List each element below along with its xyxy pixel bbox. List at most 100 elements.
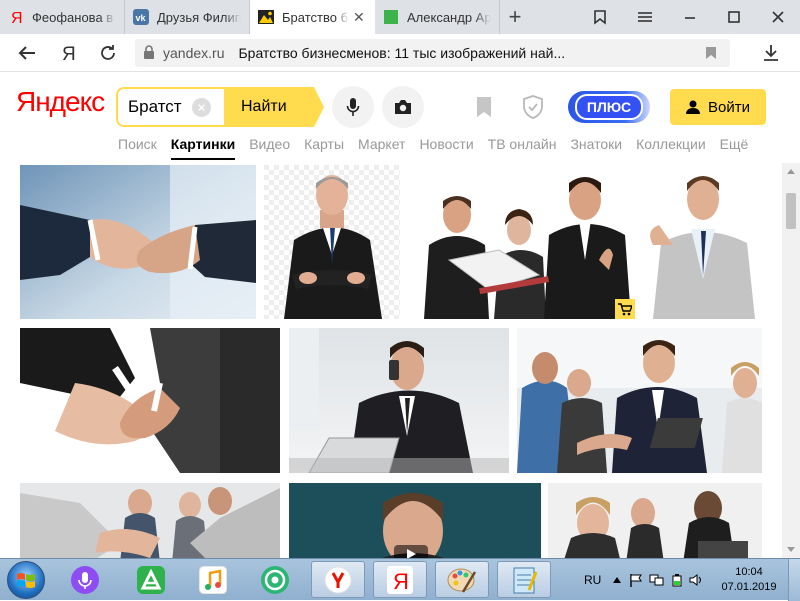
browser-tab-bar: Я Феофанова в vk Друзья Филип Братство б… <box>0 0 800 34</box>
scroll-up-icon[interactable] <box>787 169 795 174</box>
url-field[interactable]: yandex.ru Братство бизнесменов: 11 тыс и… <box>135 39 730 67</box>
reload-icon[interactable] <box>95 41 121 65</box>
at-mail-icon[interactable] <box>248 561 302 598</box>
image-result-business-meeting-table[interactable] <box>548 483 762 558</box>
search-form: Братст × Найти <box>116 87 324 127</box>
yandex-header: Яндекс Братст × Найти ПЛЮС Войти Поиск К… <box>0 73 782 163</box>
login-label: Войти <box>708 98 750 116</box>
power-icon[interactable] <box>671 573 683 587</box>
find-button[interactable]: Найти <box>224 87 314 127</box>
system-tray: RU <box>584 559 703 601</box>
search-value: Братст <box>128 97 182 116</box>
yandex-home-icon[interactable]: Я <box>55 41 81 65</box>
image-result-business-meeting-handshake[interactable] <box>517 328 762 473</box>
language-indicator[interactable]: RU <box>584 573 601 587</box>
tab-title: Друзья Филип <box>157 9 241 25</box>
back-arrow-icon[interactable] <box>14 41 40 65</box>
service-tab-market[interactable]: Маркет <box>358 136 405 162</box>
image-result-handshake-closeup[interactable] <box>20 328 280 473</box>
image-result-businessman-arms-crossed[interactable] <box>264 165 400 319</box>
alice-icon[interactable] <box>58 561 112 598</box>
svg-text:Я: Я <box>11 10 22 25</box>
service-tab-maps[interactable]: Карты <box>304 136 344 162</box>
green-square-icon <box>383 9 399 25</box>
notepad-icon[interactable] <box>497 561 551 598</box>
browser-tab-2[interactable]: vk Друзья Филип <box>125 0 250 34</box>
service-tab-video[interactable]: Видео <box>249 136 290 162</box>
image-result-business-team-thumbs-up[interactable] <box>409 165 635 319</box>
image-result-businessman-phone-laptop[interactable] <box>289 328 509 473</box>
lock-icon <box>143 44 155 62</box>
image-result-man-portrait-teal[interactable] <box>289 483 541 558</box>
system-clock[interactable]: 10:04 07.01.2019 <box>714 565 784 595</box>
close-window-icon[interactable] <box>760 0 796 34</box>
scrollbar-thumb[interactable] <box>786 193 796 229</box>
close-tab-icon[interactable]: ✕ <box>353 9 367 26</box>
shopping-cart-icon <box>615 299 635 319</box>
service-tab-news[interactable]: Новости <box>419 136 473 162</box>
network-icon[interactable] <box>649 573 665 587</box>
image-results-grid <box>0 163 782 558</box>
service-tab-search[interactable]: Поиск <box>118 136 157 162</box>
yandex-logo[interactable]: Яндекс <box>16 86 105 118</box>
clock-time: 10:04 <box>735 566 763 578</box>
page-scrollbar[interactable] <box>782 163 800 558</box>
music-icon[interactable] <box>186 561 240 598</box>
paint-icon[interactable] <box>435 561 489 598</box>
browser-tab-4[interactable]: Александр Ар <box>375 0 500 34</box>
tab-title: Братство би <box>282 9 349 25</box>
login-button[interactable]: Войти <box>670 89 766 125</box>
yandex-images-icon <box>258 9 274 25</box>
user-icon <box>686 100 700 114</box>
service-tab-experts[interactable]: Знатоки <box>570 136 622 162</box>
logo-text: Яндекс <box>16 86 105 117</box>
clock-date: 07.01.2019 <box>721 581 777 593</box>
bookmark-icon[interactable] <box>698 41 724 65</box>
tab-manager-icon[interactable] <box>582 0 618 34</box>
url-domain: yandex.ru <box>163 45 225 61</box>
service-tab-images[interactable]: Картинки <box>170 136 236 162</box>
browser-tab-1[interactable]: Я Феофанова в <box>0 0 125 34</box>
svg-text:vk: vk <box>136 13 147 23</box>
find-button-arrow <box>314 87 324 127</box>
service-tab-collections[interactable]: Коллекции <box>636 136 706 162</box>
new-tab-button[interactable]: + <box>500 0 530 34</box>
service-tab-tv[interactable]: ТВ онлайн <box>488 136 557 162</box>
shield-check-icon[interactable] <box>519 93 547 121</box>
yandex-browser-icon[interactable] <box>311 561 365 598</box>
url-page-title: Братство бизнесменов: 11 тыс изображений… <box>238 45 566 61</box>
windows-taskbar: Я RU 10:04 07.01.2019 <box>0 558 800 601</box>
menu-icon[interactable] <box>627 0 663 34</box>
image-result-handshake-blue-office[interactable] <box>20 165 256 319</box>
maximize-icon[interactable] <box>716 0 752 34</box>
vk-icon: vk <box>133 9 149 25</box>
minimize-icon[interactable] <box>672 0 708 34</box>
play-icon <box>394 545 428 558</box>
browser-tab-3[interactable]: Братство би ✕ <box>250 0 375 34</box>
image-result-smiling-businessman-grey-suit[interactable] <box>643 165 762 319</box>
image-search-camera-icon[interactable] <box>382 86 424 128</box>
windows-start-icon[interactable] <box>7 561 45 599</box>
yandex-icon[interactable]: Я <box>373 561 427 598</box>
svg-text:Я: Я <box>393 569 409 594</box>
scroll-down-icon[interactable] <box>787 547 795 552</box>
service-tabs: Поиск Картинки Видео Карты Маркет Новост… <box>118 136 762 162</box>
clear-search-icon[interactable]: × <box>192 98 211 117</box>
voice-search-icon[interactable] <box>332 86 374 128</box>
address-bar: Я yandex.ru Братство бизнесменов: 11 тыс… <box>0 34 800 72</box>
yandex-y-icon: Я <box>8 9 24 25</box>
image-result-handshake-team-background[interactable] <box>20 483 280 558</box>
collections-bookmark-icon[interactable] <box>470 93 498 121</box>
aptoide-icon[interactable] <box>124 561 178 598</box>
download-icon[interactable] <box>758 41 784 65</box>
plus-button[interactable]: ПЛЮС <box>568 91 650 123</box>
plus-label: ПЛЮС <box>574 94 644 120</box>
tab-title: Феофанова в <box>32 9 114 25</box>
svg-text:Я: Я <box>62 44 75 62</box>
service-tab-more[interactable]: Ещё <box>720 136 749 162</box>
action-center-flag-icon[interactable] <box>629 573 643 587</box>
volume-icon[interactable] <box>689 573 703 587</box>
show-desktop-button[interactable] <box>788 559 800 601</box>
show-hidden-icons-icon[interactable] <box>613 577 622 583</box>
tab-title: Александр Ар <box>407 9 491 25</box>
